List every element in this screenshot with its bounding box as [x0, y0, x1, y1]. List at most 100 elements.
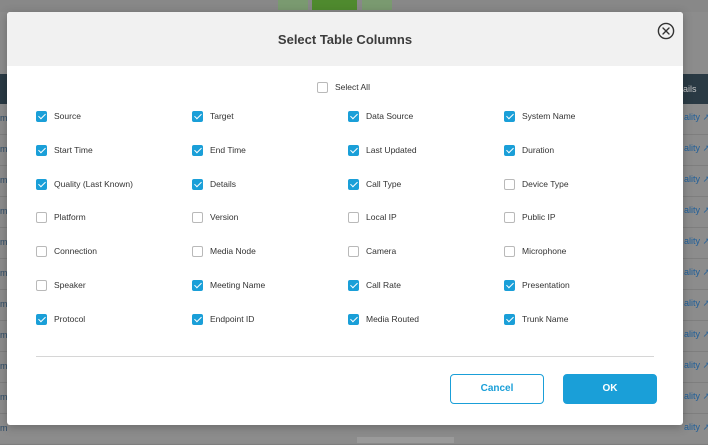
external-link-icon: ↗ [702, 267, 708, 277]
column-checkbox[interactable]: Presentation [504, 279, 660, 294]
checkbox-checked-icon[interactable] [348, 111, 359, 122]
checkbox-checked-icon[interactable] [36, 313, 47, 325]
background-row-link: ality ↗ [684, 112, 708, 123]
checkbox-checked-icon[interactable] [192, 144, 203, 156]
checkbox-unchecked-icon[interactable] [36, 246, 47, 258]
select-all-checkbox[interactable]: Select All [317, 80, 370, 94]
background-row-link: ality ↗ [684, 143, 708, 154]
column-checkbox-label: Connection [54, 246, 98, 257]
background-row-text: m [0, 423, 8, 433]
background-bottom-bar [357, 437, 454, 443]
column-checkbox[interactable]: Media Routed [348, 313, 504, 328]
background-row-link: ality ↗ [684, 391, 708, 402]
column-checkbox[interactable]: Data Source [348, 111, 504, 125]
dialog-header: Select Table Columns [7, 12, 683, 66]
checkbox-checked-icon[interactable] [192, 279, 203, 291]
checkbox-checked-icon[interactable] [504, 313, 515, 325]
checkbox-checked-icon[interactable] [504, 279, 515, 291]
ok-button[interactable]: OK [563, 374, 657, 404]
column-checkbox-label: Protocol [54, 313, 86, 324]
background-row-link-text: ality [684, 174, 701, 184]
column-checkbox[interactable]: Meeting Name [192, 279, 348, 294]
column-checkbox[interactable]: Media Node [192, 246, 348, 260]
background-table-header-left [0, 74, 7, 104]
column-checkbox[interactable]: Speaker [36, 279, 192, 294]
checkbox-checked-icon[interactable] [36, 178, 47, 190]
checkbox-checked-icon[interactable] [348, 313, 359, 325]
checkbox-checked-icon[interactable] [192, 178, 203, 190]
background-row-link-text: ality [684, 360, 701, 370]
checkbox-unchecked-icon[interactable] [36, 279, 47, 291]
column-checkbox[interactable]: Protocol [36, 313, 192, 328]
column-checkbox[interactable]: Last Updated [348, 144, 504, 159]
select-all-checkbox-box[interactable] [317, 81, 328, 93]
checkbox-checked-icon[interactable] [348, 144, 359, 156]
column-checkbox-label: Speaker [54, 279, 86, 290]
column-checkbox-label: Duration [522, 144, 555, 155]
checkbox-unchecked-icon[interactable] [504, 178, 515, 190]
column-checkbox[interactable]: Platform [36, 212, 192, 226]
background-row-link-text: ality [684, 329, 701, 339]
column-checkbox[interactable]: Connection [36, 246, 192, 260]
checkbox-unchecked-icon[interactable] [348, 212, 359, 224]
background-row-link: ality ↗ [684, 267, 708, 278]
column-checkbox[interactable]: Device Type [504, 178, 660, 193]
column-checkbox-label: Device Type [522, 178, 569, 189]
column-checkbox[interactable]: Call Type [348, 178, 504, 193]
column-checkbox[interactable]: System Name [504, 111, 660, 125]
checkbox-unchecked-icon[interactable] [192, 246, 203, 258]
background-row-link-text: ality [684, 236, 701, 246]
external-link-icon: ↗ [702, 391, 708, 401]
column-checkbox[interactable]: Duration [504, 144, 660, 159]
column-checkbox-label: System Name [522, 111, 576, 121]
checkbox-unchecked-icon[interactable] [36, 212, 47, 224]
checkbox-unchecked-icon[interactable] [504, 212, 515, 224]
external-link-icon: ↗ [702, 329, 708, 339]
column-checkbox[interactable]: Endpoint ID [192, 313, 348, 328]
column-checkbox-label: Camera [366, 246, 397, 257]
background-row-link-text: ality [684, 267, 701, 277]
column-checkbox[interactable]: Target [192, 111, 348, 125]
column-checkbox-label: End Time [210, 144, 246, 155]
select-columns-dialog: Select Table Columns Select All Source Ta… [7, 12, 683, 425]
background-tab [362, 0, 392, 10]
checkbox-checked-icon[interactable] [504, 144, 515, 156]
external-link-icon: ↗ [702, 298, 708, 308]
column-checkbox-label: Last Updated [366, 144, 417, 155]
cancel-button[interactable]: Cancel [450, 374, 544, 404]
column-checkbox[interactable]: Start Time [36, 144, 192, 159]
checkbox-unchecked-icon[interactable] [504, 246, 515, 258]
column-checkbox-label: Media Routed [366, 313, 419, 324]
checkbox-checked-icon[interactable] [36, 144, 47, 156]
background-row-link-text: ality [684, 205, 701, 215]
column-checkbox[interactable]: Microphone [504, 246, 660, 260]
checkbox-checked-icon[interactable] [36, 111, 47, 122]
column-checkbox-label: Call Rate [366, 279, 401, 290]
column-checkbox-label: Meeting Name [210, 279, 266, 290]
column-checkbox[interactable]: Call Rate [348, 279, 504, 294]
checkbox-checked-icon[interactable] [192, 313, 203, 325]
column-checkbox[interactable]: Camera [348, 246, 504, 260]
column-checkbox[interactable]: Local IP [348, 212, 504, 226]
background-row-link: ality ↗ [684, 422, 708, 433]
column-checkbox[interactable]: End Time [192, 144, 348, 159]
column-checkbox-label: Data Source [366, 111, 414, 121]
checkbox-checked-icon[interactable] [348, 279, 359, 291]
column-checkbox[interactable]: Version [192, 212, 348, 226]
checkbox-unchecked-icon[interactable] [348, 246, 359, 258]
column-checkbox-label: Version [210, 212, 239, 223]
column-checkbox[interactable]: Public IP [504, 212, 660, 226]
background-table-header-right: ails [683, 74, 708, 104]
checkbox-unchecked-icon[interactable] [192, 212, 203, 224]
checkbox-checked-icon[interactable] [192, 111, 203, 122]
column-checkbox[interactable]: Quality (Last Known) [36, 178, 192, 193]
checkbox-checked-icon[interactable] [348, 178, 359, 190]
external-link-icon: ↗ [702, 422, 708, 432]
column-checkbox-label: Target [210, 111, 234, 121]
column-checkbox[interactable]: Source [36, 111, 192, 125]
column-checkbox-label: Call Type [366, 178, 402, 189]
column-checkbox[interactable]: Details [192, 178, 348, 193]
column-checkbox[interactable]: Trunk Name [504, 313, 660, 328]
close-button[interactable] [657, 22, 675, 40]
checkbox-checked-icon[interactable] [504, 111, 515, 122]
